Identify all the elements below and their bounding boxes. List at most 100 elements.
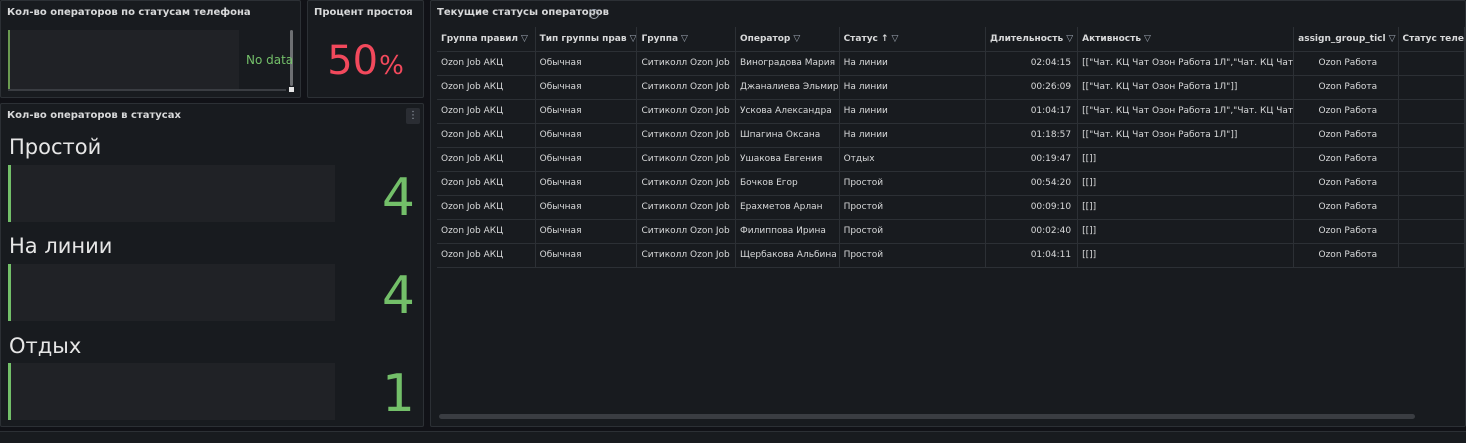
filter-icon[interactable]: ▽ bbox=[630, 34, 636, 44]
table-cell: Ozon Job АКЦ bbox=[437, 51, 536, 76]
table-cell: Ozon Job АКЦ bbox=[437, 171, 536, 196]
table-cell: [["Чат. КЦ Чат Озон Работа 1Л","Чат. КЦ … bbox=[1077, 51, 1295, 76]
panel-menu-icon[interactable]: ⋮ bbox=[406, 108, 420, 124]
table-cell: Обычная bbox=[535, 147, 638, 172]
column-header[interactable]: Тип группы прав ▽ bbox=[535, 27, 638, 52]
table-cell bbox=[1398, 171, 1465, 196]
table-cell: Ускова Александра bbox=[735, 99, 840, 124]
resize-handle-icon[interactable] bbox=[289, 87, 294, 92]
table-cell: 01:04:17 bbox=[985, 99, 1079, 124]
plot-axis bbox=[8, 89, 286, 91]
table-row[interactable]: Ozon Job АКЦ Обычная Ситиколл Ozon Job Вино… bbox=[437, 51, 1465, 76]
stat-label-online: На линии bbox=[9, 234, 113, 258]
panel-title: Процент простоя bbox=[314, 7, 413, 18]
table-cell: [[]] bbox=[1077, 171, 1295, 196]
column-header[interactable]: Статус ↑ ▽ bbox=[839, 27, 987, 52]
table-cell: Ситиколл Ozon Job bbox=[636, 99, 736, 124]
column-header[interactable]: Группа правил ▽ bbox=[437, 27, 536, 52]
panel-title: Кол-во операторов в статусах bbox=[7, 110, 181, 121]
filter-icon[interactable]: ▽ bbox=[1066, 34, 1073, 44]
horizontal-scrollbar[interactable] bbox=[439, 414, 1415, 419]
table-cell: Ozon Работа bbox=[1293, 51, 1399, 76]
column-header-label: Активность bbox=[1082, 33, 1142, 44]
table-cell: Ozon Работа bbox=[1293, 171, 1399, 196]
filter-icon[interactable]: ▽ bbox=[891, 34, 898, 44]
idle-percent-panel: Процент простоя 50% bbox=[307, 0, 424, 98]
table-cell: Обычная bbox=[535, 195, 638, 220]
table-cell: Ситиколл Ozon Job bbox=[636, 147, 736, 172]
table-cell bbox=[1398, 99, 1465, 124]
table-cell: Ozon Работа bbox=[1293, 195, 1399, 220]
table-cell: 00:54:20 bbox=[985, 171, 1079, 196]
table-cell: Обычная bbox=[535, 171, 638, 196]
idle-percent-value: 50% bbox=[308, 37, 423, 90]
operator-table: Группа правил ▽ Тип группы прав ▽ Группа ▽ Опе… bbox=[437, 27, 1465, 268]
column-header[interactable]: Оператор ▽ bbox=[735, 27, 840, 52]
table-row[interactable]: Ozon Job АКЦ Обычная Ситиколл Ozon Job Джан… bbox=[437, 75, 1465, 100]
table-row[interactable]: Ozon Job АКЦ Обычная Ситиколл Ozon Job Ерах… bbox=[437, 195, 1465, 220]
table-cell: Ситиколл Ozon Job bbox=[636, 171, 736, 196]
table-row[interactable]: Ozon Job АКЦ Обычная Ситиколл Ozon Job Шпаг… bbox=[437, 123, 1465, 148]
table-header-row: Группа правил ▽ Тип группы прав ▽ Группа ▽ Опе… bbox=[437, 27, 1465, 52]
panel-title: Кол-во операторов по статусам телефона bbox=[7, 7, 251, 18]
stat-value-idle: 4 bbox=[381, 168, 415, 228]
table-cell: Ozon Работа bbox=[1293, 123, 1399, 148]
table-cell: Обычная bbox=[535, 123, 638, 148]
table-cell: Обычная bbox=[535, 51, 638, 76]
table-cell: Ozon Работа bbox=[1293, 243, 1399, 268]
column-header[interactable]: Группа ▽ bbox=[636, 27, 736, 52]
table-row[interactable]: Ozon Job АКЦ Обычная Ситиколл Ozon Job Бочк… bbox=[437, 171, 1465, 196]
table-cell: [[]] bbox=[1077, 147, 1295, 172]
table-cell: Обычная bbox=[535, 243, 638, 268]
table-cell: Бочков Егор bbox=[735, 171, 840, 196]
column-header[interactable]: Длительность ▽ bbox=[985, 27, 1079, 52]
sort-ascending-icon[interactable]: ↑ bbox=[881, 34, 889, 44]
table-cell: [[]] bbox=[1077, 195, 1295, 220]
table-cell: Ozon Job АКЦ bbox=[437, 195, 536, 220]
table-cell: Ситиколл Ozon Job bbox=[636, 243, 736, 268]
table-cell: Отдых bbox=[839, 147, 987, 172]
column-header-label: Оператор bbox=[740, 33, 791, 44]
filter-icon[interactable]: ▽ bbox=[793, 34, 800, 44]
filter-icon[interactable]: ▽ bbox=[521, 34, 528, 44]
table-row[interactable]: Ozon Job АКЦ Обычная Ситиколл Ozon Job Щерб… bbox=[437, 243, 1465, 268]
table-cell bbox=[1398, 219, 1465, 244]
column-header[interactable]: Активность ▽ bbox=[1077, 27, 1295, 52]
column-header-label: Группа bbox=[641, 33, 679, 44]
no-data-label: No data bbox=[246, 53, 294, 67]
column-header-label: Статус теле bbox=[1402, 33, 1464, 44]
table-cell: Ozon Job АКЦ bbox=[437, 219, 536, 244]
table-row[interactable]: Ozon Job АКЦ Обычная Ситиколл Ozon Job Ушак… bbox=[437, 147, 1465, 172]
info-icon[interactable]: i bbox=[589, 9, 599, 19]
table-cell bbox=[1398, 147, 1465, 172]
table-cell: [["Чат. КЦ Чат Озон Работа 1Л","Чат. КЦ … bbox=[1077, 99, 1295, 124]
column-header[interactable]: assign_group_ticl ▽ bbox=[1293, 27, 1399, 52]
table-cell: Ситиколл Ozon Job bbox=[636, 51, 736, 76]
table-cell bbox=[1398, 123, 1465, 148]
table-cell: Ситиколл Ozon Job bbox=[636, 195, 736, 220]
table-cell: Джаналиева Эльмир bbox=[735, 75, 840, 100]
stat-bar-idle bbox=[8, 165, 335, 222]
stat-bar-online bbox=[8, 264, 335, 321]
table-cell: На линии bbox=[839, 123, 987, 148]
table-row[interactable]: Ozon Job АКЦ Обычная Ситиколл Ozon Job Уско… bbox=[437, 99, 1465, 124]
column-header-label: Длительность bbox=[990, 33, 1064, 44]
table-cell: Филиппова Ирина bbox=[735, 219, 840, 244]
table-cell: На линии bbox=[839, 51, 987, 76]
filter-icon[interactable]: ▽ bbox=[681, 34, 688, 44]
column-header-label: assign_group_ticl bbox=[1298, 33, 1386, 44]
table-cell: [[]] bbox=[1077, 243, 1295, 268]
table-row[interactable]: Ozon Job АКЦ Обычная Ситиколл Ozon Job Фили… bbox=[437, 219, 1465, 244]
table-cell: Ситиколл Ozon Job bbox=[636, 219, 736, 244]
table-cell: Обычная bbox=[535, 99, 638, 124]
column-header[interactable]: Статус теле bbox=[1398, 27, 1465, 52]
stat-bar-rest bbox=[8, 363, 335, 420]
table-cell: Щербакова Альбина bbox=[735, 243, 840, 268]
filter-icon[interactable]: ▽ bbox=[1389, 34, 1396, 44]
table-cell: Простой bbox=[839, 195, 987, 220]
column-header-label: Тип группы прав bbox=[539, 33, 627, 44]
filter-icon[interactable]: ▽ bbox=[1144, 34, 1151, 44]
table-cell: Ozon Работа bbox=[1293, 219, 1399, 244]
stat-value-online: 4 bbox=[381, 266, 415, 326]
column-header-label: Группа правил bbox=[441, 33, 519, 44]
